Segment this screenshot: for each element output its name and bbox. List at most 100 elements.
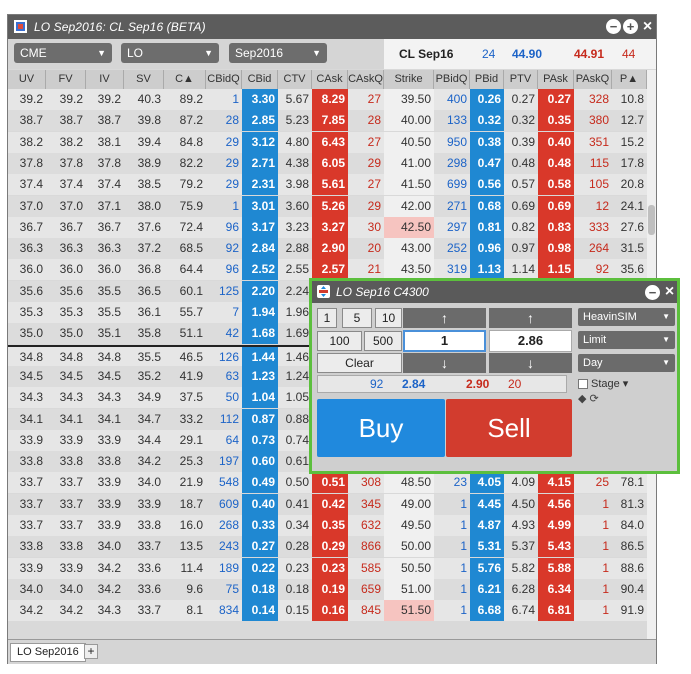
cell-cbid[interactable]: 2.52: [242, 259, 278, 281]
product-select[interactable]: LO ▼: [121, 43, 219, 63]
underlying-bid[interactable]: 44.90: [512, 39, 542, 69]
cell-pask[interactable]: 4.56: [538, 493, 574, 515]
column-header-iv[interactable]: IV: [86, 70, 124, 89]
cell-pbid[interactable]: 0.56: [470, 174, 504, 196]
cell-pbid[interactable]: 0.47: [470, 152, 504, 174]
price-input[interactable]: 2.86: [489, 330, 572, 352]
cell-pask[interactable]: 6.34: [538, 578, 574, 600]
cell-cbid[interactable]: 1.04: [242, 387, 278, 409]
cell-pask[interactable]: 0.83: [538, 216, 574, 238]
column-header-pbid[interactable]: PBid: [470, 70, 504, 89]
cell-cbid[interactable]: 1.44: [242, 346, 278, 368]
column-header-pdelta[interactable]: P▲: [612, 70, 647, 89]
column-header-caskq[interactable]: CAskQ: [348, 70, 384, 89]
cell-pbid[interactable]: 5.31: [470, 536, 504, 558]
cell-pask[interactable]: 0.27: [538, 89, 574, 110]
tab-lo-sep2016[interactable]: LO Sep2016: [10, 643, 86, 662]
window-titlebar[interactable]: LO Sep2016: CL Sep16 (BETA) − + ×: [8, 15, 656, 39]
column-header-cbidq[interactable]: CBidQ: [206, 70, 242, 89]
cell-cask[interactable]: 0.35: [312, 515, 348, 536]
quantity-input[interactable]: 1: [403, 330, 486, 352]
cell-cask[interactable]: 3.27: [312, 216, 348, 238]
cell-pask[interactable]: 4.15: [538, 472, 574, 494]
cell-cbid[interactable]: 2.71: [242, 152, 278, 174]
cell-cbid[interactable]: 0.73: [242, 429, 278, 451]
cell-pask[interactable]: 0.58: [538, 174, 574, 196]
price-up-button[interactable]: ↑: [489, 308, 572, 328]
cell-pbid[interactable]: 0.96: [470, 238, 504, 260]
tif-select[interactable]: Day ▼: [578, 354, 675, 372]
cell-cbid[interactable]: 3.30: [242, 89, 278, 110]
refresh-icon[interactable]: ⟳: [590, 393, 599, 405]
cell-cask[interactable]: 6.43: [312, 131, 348, 153]
clear-button[interactable]: Clear: [317, 353, 402, 373]
cell-cbid[interactable]: 2.31: [242, 174, 278, 196]
cell-cbid[interactable]: 1.23: [242, 365, 278, 387]
cell-pbid[interactable]: 0.81: [470, 216, 504, 238]
price-down-button[interactable]: ↓: [489, 353, 572, 373]
cell-cbid[interactable]: 0.18: [242, 578, 278, 600]
cell-pask[interactable]: 4.99: [538, 515, 574, 536]
cell-cask[interactable]: 7.85: [312, 110, 348, 132]
cell-pbid[interactable]: 6.21: [470, 578, 504, 600]
cell-cask[interactable]: 0.23: [312, 557, 348, 579]
cell-pask[interactable]: 0.48: [538, 152, 574, 174]
cell-cbid[interactable]: 0.33: [242, 515, 278, 536]
cell-cbid[interactable]: 2.85: [242, 110, 278, 132]
cell-pbid[interactable]: 0.38: [470, 131, 504, 153]
cell-cbid[interactable]: 0.60: [242, 451, 278, 473]
cell-pbid[interactable]: 0.26: [470, 89, 504, 110]
cell-cbid[interactable]: 0.27: [242, 536, 278, 558]
cell-cbid[interactable]: 3.12: [242, 131, 278, 153]
cell-cask[interactable]: 0.29: [312, 536, 348, 558]
cell-cbid[interactable]: 1.94: [242, 302, 278, 323]
cell-cask[interactable]: 5.61: [312, 174, 348, 196]
cell-cask[interactable]: 0.19: [312, 578, 348, 600]
exchange-select[interactable]: CME ▼: [14, 43, 112, 63]
qty-100-button[interactable]: 100: [317, 331, 362, 351]
cell-cask[interactable]: 6.05: [312, 152, 348, 174]
order-type-select[interactable]: Limit ▼: [578, 331, 675, 349]
scrollbar-thumb[interactable]: [648, 205, 655, 235]
cell-cask[interactable]: 5.26: [312, 195, 348, 217]
column-header-paskq[interactable]: PAskQ: [574, 70, 612, 89]
cell-pbid[interactable]: 5.76: [470, 557, 504, 579]
maximize-icon[interactable]: +: [623, 19, 638, 34]
column-header-pbidq[interactable]: PBidQ: [434, 70, 470, 89]
column-header-strike[interactable]: Strike: [384, 70, 434, 89]
qty-10-button[interactable]: 10: [375, 308, 402, 328]
close-icon[interactable]: ×: [640, 19, 655, 35]
column-header-ctv[interactable]: CTV: [278, 70, 312, 89]
qty-500-button[interactable]: 500: [364, 331, 402, 351]
cell-pbid[interactable]: 4.45: [470, 493, 504, 515]
column-header-pask[interactable]: PAsk: [538, 70, 574, 89]
cell-cbid[interactable]: 3.01: [242, 195, 278, 217]
qty-5-button[interactable]: 5: [342, 308, 372, 328]
quote-ask[interactable]: 2.90: [466, 376, 489, 392]
column-header-cask[interactable]: CAsk: [312, 70, 348, 89]
cell-cbid[interactable]: 0.22: [242, 557, 278, 579]
cell-cask[interactable]: 0.16: [312, 600, 348, 622]
cell-pask[interactable]: 0.98: [538, 238, 574, 260]
cell-pask[interactable]: 0.69: [538, 195, 574, 217]
cell-cask[interactable]: 8.29: [312, 89, 348, 110]
minimize-icon[interactable]: −: [645, 285, 660, 300]
column-header-ptv[interactable]: PTV: [504, 70, 538, 89]
column-header-sv[interactable]: SV: [124, 70, 164, 89]
column-header-cbid[interactable]: CBid: [242, 70, 278, 89]
column-header-fv[interactable]: FV: [46, 70, 86, 89]
cell-pask[interactable]: 0.40: [538, 131, 574, 153]
cell-pbid[interactable]: 4.05: [470, 472, 504, 494]
qty-1-button[interactable]: 1: [317, 308, 337, 328]
cell-cask[interactable]: 2.90: [312, 238, 348, 260]
column-header-cdelta[interactable]: C▲: [164, 70, 206, 89]
cell-pask[interactable]: 0.35: [538, 110, 574, 132]
add-tab-button[interactable]: +: [84, 644, 98, 659]
cell-pbid[interactable]: 0.68: [470, 195, 504, 217]
cell-cask[interactable]: 0.42: [312, 493, 348, 515]
expiry-select[interactable]: Sep2016 ▼: [229, 43, 327, 63]
minimize-icon[interactable]: −: [606, 19, 621, 34]
cell-cbid[interactable]: 1.68: [242, 323, 278, 345]
cell-cbid[interactable]: 2.20: [242, 280, 278, 302]
cell-cbid[interactable]: 0.14: [242, 600, 278, 622]
